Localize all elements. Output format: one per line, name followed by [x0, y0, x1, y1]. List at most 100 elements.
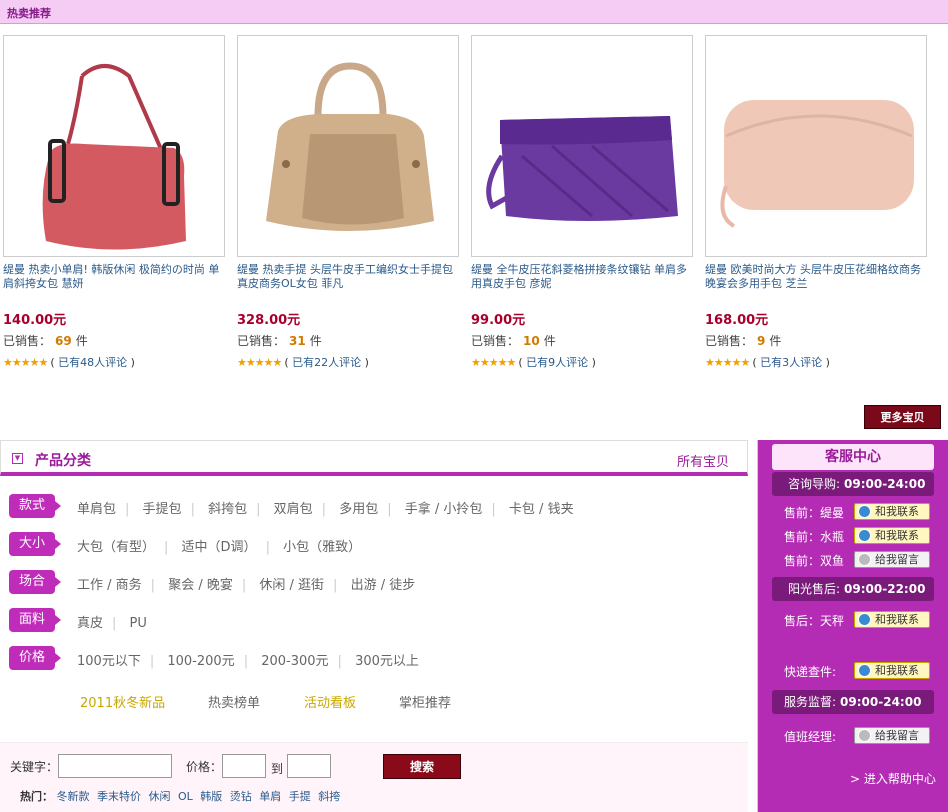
review-link[interactable]: 已有48人评论 — [58, 356, 127, 369]
aftersale-label: 售后：天秤 — [784, 614, 845, 628]
product-price: 328.00元 — [237, 313, 301, 328]
hot-section-header: 热卖推荐 — [0, 0, 948, 24]
qq-icon — [858, 664, 871, 677]
product-sold: 已销售： 31 件 — [237, 334, 322, 348]
product-price: 99.00元 — [471, 313, 526, 328]
hot-terms: 热门： 冬新款 季末特价 休闲 OL 韩版 烫钻 单肩 手提 斜挎 — [20, 788, 344, 804]
category-item[interactable]: 出游 / 徒步 — [351, 574, 416, 593]
product-card[interactable]: 缇曼 全牛皮压花斜菱格拼接条纹镶钻 单肩多用真皮手包 彦妮 99.00元 已销售… — [471, 35, 693, 369]
category-item[interactable]: 休闲 / 逛街 — [259, 574, 324, 593]
category-item[interactable]: PU — [130, 616, 147, 631]
hot-term[interactable]: 韩版 — [200, 790, 222, 803]
category-tag: 价格 — [9, 646, 61, 670]
product-sold: 已销售： 10 件 — [471, 334, 556, 348]
price-min-input[interactable] — [222, 754, 266, 778]
manager-label: 值班经理: — [784, 730, 837, 744]
review-link[interactable]: 已有3人评论 — [760, 356, 822, 369]
product-image-clutch[interactable] — [471, 35, 693, 257]
category-row-size: 大小 大包（有型） | 适中（D调） | 小包（雅致） — [9, 532, 745, 556]
product-card[interactable]: 缇曼 热卖小单肩! 韩版休闲 极简约の时尚 单肩斜挎女包 慧妍 140.00元 … — [3, 35, 225, 369]
product-image-handbag[interactable] — [237, 35, 459, 257]
leave-message-button[interactable]: 给我留言 — [854, 551, 930, 568]
category-item[interactable]: 100-200元 — [167, 650, 234, 669]
offline-icon — [858, 553, 871, 566]
category-item[interactable]: 工作 / 商务 — [77, 574, 142, 593]
new-arrivals-link[interactable]: 2011秋冬新品 — [80, 692, 165, 711]
product-name[interactable]: 缇曼 热卖手提 头层牛皮手工编织女士手提包 真皮商务OL女包 菲凡 — [237, 263, 459, 303]
price-max-input[interactable] — [287, 754, 331, 778]
contact-button[interactable]: 和我联系 — [854, 527, 930, 544]
contact-button[interactable]: 和我联系 — [854, 611, 930, 628]
hot-term[interactable]: 季末特价 — [97, 790, 141, 803]
product-price: 168.00元 — [705, 313, 769, 328]
category-item[interactable]: 双肩包 — [274, 498, 313, 517]
star-rating-icon: ★★★★★ — [705, 356, 750, 369]
review-link[interactable]: 已有22人评论 — [292, 356, 361, 369]
more-products-button[interactable]: 更多宝贝 — [864, 405, 941, 429]
category-row-material: 面料 真皮 | PU — [9, 608, 745, 632]
product-rating: ★★★★★( 已有3人评论 ) — [705, 356, 830, 369]
product-card[interactable]: 缇曼 热卖手提 头层牛皮手工编织女士手提包 真皮商务OL女包 菲凡 328.00… — [237, 35, 459, 369]
category-item[interactable]: 大包（有型） — [77, 536, 155, 555]
star-rating-icon: ★★★★★ — [471, 356, 516, 369]
help-center-link[interactable]: > 进入帮助中心 — [850, 770, 936, 787]
category-item[interactable]: 手拿 / 小拎包 — [405, 498, 483, 517]
category-item[interactable]: 单肩包 — [77, 498, 116, 517]
shopkeeper-picks-link[interactable]: 掌柜推荐 — [399, 692, 451, 711]
collapse-icon[interactable]: ▼ — [12, 453, 23, 464]
star-rating-icon: ★★★★★ — [3, 356, 48, 369]
category-item[interactable]: 300元以上 — [355, 650, 419, 669]
service-title: 客服中心 — [772, 444, 934, 470]
product-price: 140.00元 — [3, 313, 67, 328]
category-item[interactable]: 200-300元 — [261, 650, 328, 669]
search-button[interactable]: 搜索 — [383, 754, 461, 779]
category-tag: 大小 — [9, 532, 61, 556]
review-link[interactable]: 已有9人评论 — [526, 356, 588, 369]
hot-term[interactable]: 手提 — [289, 790, 311, 803]
category-item[interactable]: 手提包 — [143, 498, 182, 517]
customer-service-panel: 客服中心 咨询导购: 09:00-24:00 售前：缇曼 和我联系 售前：水瓶 和… — [757, 440, 948, 812]
keyword-input[interactable] — [58, 754, 172, 778]
category-item[interactable]: 真皮 — [77, 612, 103, 631]
hot-term[interactable]: 斜挎 — [318, 790, 340, 803]
category-item[interactable]: 斜挎包 — [208, 498, 247, 517]
category-item[interactable]: 适中（D调） — [182, 536, 257, 555]
product-name[interactable]: 缇曼 热卖小单肩! 韩版休闲 极简约の时尚 单肩斜挎女包 慧妍 — [3, 263, 225, 303]
qq-icon — [858, 529, 871, 542]
category-item[interactable]: 聚会 / 晚宴 — [168, 574, 233, 593]
product-card[interactable]: 缇曼 欧美时尚大方 头层牛皮压花细格纹商务晚宴会多用手包 芝兰 168.00元 … — [705, 35, 927, 369]
keyword-label: 关键字： — [10, 760, 59, 774]
product-sold: 已销售： 9 件 — [705, 334, 782, 348]
category-item[interactable]: 卡包 / 钱夹 — [509, 498, 574, 517]
product-name[interactable]: 缇曼 欧美时尚大方 头层牛皮压花细格纹商务晚宴会多用手包 芝兰 — [705, 263, 927, 303]
events-link[interactable]: 活动看板 — [304, 692, 356, 711]
category-tag: 面料 — [9, 608, 61, 632]
contact-button[interactable]: 和我联系 — [854, 662, 930, 679]
hot-label: 热门： — [20, 790, 53, 803]
product-image-evening-bag[interactable] — [705, 35, 927, 257]
hot-ranking-link[interactable]: 热卖榜单 — [208, 692, 260, 711]
hot-term[interactable]: 休闲 — [149, 790, 171, 803]
offline-icon — [858, 729, 871, 742]
product-name[interactable]: 缇曼 全牛皮压花斜菱格拼接条纹镶钻 单肩多用真皮手包 彦妮 — [471, 263, 693, 303]
hot-term[interactable]: OL — [178, 790, 193, 803]
hot-term[interactable]: 冬新款 — [57, 790, 90, 803]
category-title: 产品分类 — [35, 453, 91, 469]
category-item[interactable]: 100元以下 — [77, 650, 141, 669]
category-item[interactable]: 多用包 — [339, 498, 378, 517]
monitor-hours: 服务监督: 09:00-24:00 — [772, 690, 934, 714]
hot-term[interactable]: 烫钻 — [230, 790, 252, 803]
category-tag: 款式 — [9, 494, 61, 518]
product-image-shoulder-bag[interactable] — [3, 35, 225, 257]
contact-button[interactable]: 和我联系 — [854, 503, 930, 520]
all-products-link[interactable]: 所有宝贝 — [677, 451, 729, 470]
hot-section-title: 热卖推荐 — [7, 7, 51, 20]
hot-term[interactable]: 单肩 — [259, 790, 281, 803]
aftersale-hours: 阳光售后: 09:00-22:00 — [772, 577, 934, 601]
leave-message-button[interactable]: 给我留言 — [854, 727, 930, 744]
product-rating: ★★★★★( 已有22人评论 ) — [237, 356, 369, 369]
price-label: 价格： — [186, 760, 223, 774]
category-row-price: 价格 100元以下 | 100-200元 | 200-300元 | 300元以上 — [9, 646, 745, 670]
category-item[interactable]: 小包（雅致） — [283, 536, 361, 555]
qq-icon — [858, 613, 871, 626]
